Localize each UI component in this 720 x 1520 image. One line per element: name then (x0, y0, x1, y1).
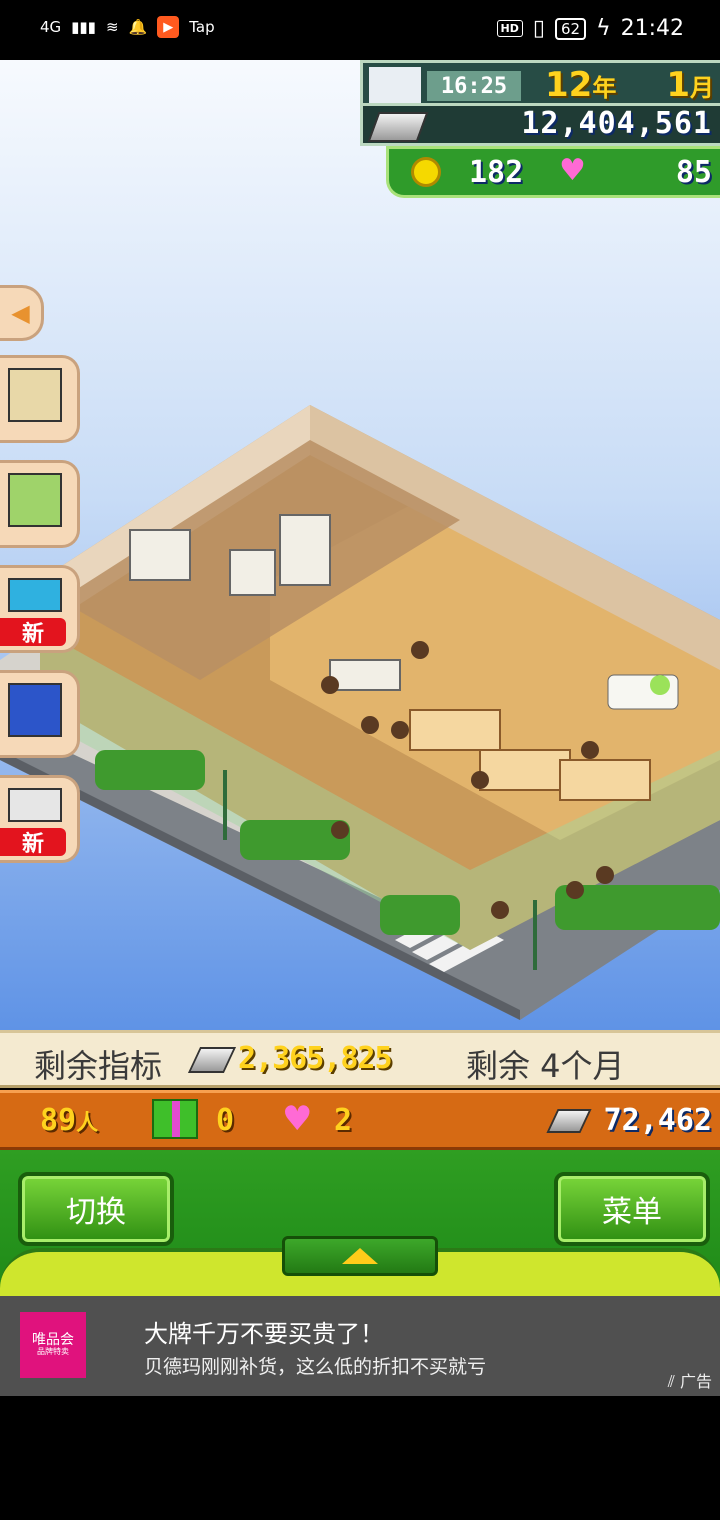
control-panel: 切换 菜单 (0, 1150, 720, 1296)
collapse-side-menu-button[interactable]: ◀ (0, 285, 44, 341)
ad-brand-icon: ⫽ (667, 1372, 675, 1391)
tap-app-icon: ▶ (157, 16, 180, 38)
medal-icon (411, 157, 441, 187)
stats-bar: 89人 0 ♥ 2 72,462 (0, 1090, 720, 1150)
side-research-button[interactable]: 新 (0, 565, 80, 653)
ad-logo: 唯品会 品牌特卖 (20, 1312, 86, 1378)
hd-icon: HD (496, 20, 523, 37)
switch-button[interactable]: 切换 (18, 1172, 174, 1246)
month-unit: 月 (690, 74, 714, 102)
ad-title: 大牌千万不要买贵了！ (144, 1320, 384, 1348)
smile-face-icon (650, 675, 670, 695)
charging-icon: ϟ (596, 16, 611, 41)
nav-area (0, 1396, 720, 1520)
expand-panel-button[interactable] (282, 1236, 438, 1276)
tv-icon (8, 788, 62, 822)
signal-icon: ▮▮▮ (71, 18, 96, 36)
quota-value: 2,365,825 (238, 1041, 393, 1076)
money-bill-icon (367, 112, 429, 142)
side-tv-button[interactable]: 新 (0, 775, 80, 863)
points-row: 182 ♥ 85 (386, 146, 720, 198)
money-bill-icon (546, 1109, 592, 1133)
ad-logo-text: 唯品会 (32, 1331, 74, 1348)
period-money: 72,462 (603, 1103, 712, 1138)
top-hud: 16:25 12年 1月 12,404,561 182 ♥ 85 (360, 60, 720, 200)
battery-level: 62 (554, 17, 587, 40)
visitor-unit: 人 (76, 1111, 99, 1136)
month-display: 1月 (666, 65, 714, 105)
year-display: 12年 (545, 65, 616, 105)
ad-logo-sub: 品牌特卖 (37, 1347, 69, 1357)
side-build-button[interactable] (0, 355, 80, 443)
chevron-up-icon (342, 1248, 378, 1264)
status-left: 4G ▮▮▮ ≋ 🔔 ▶ Tap (40, 16, 215, 38)
quota-remaining: 剩余 4个月 (466, 1047, 625, 1085)
visitor-value: 89 (40, 1103, 77, 1138)
status-bar: 4G ▮▮▮ ≋ 🔔 ▶ Tap HD ▯ 62 ϟ 21:42 (0, 0, 720, 60)
staff-portrait-icon (8, 473, 62, 527)
shop-isometric-art (0, 405, 720, 1020)
year-value: 12 (545, 65, 593, 105)
gift-box-icon (152, 1099, 198, 1139)
notification-bell-icon: 🔔 (128, 18, 148, 36)
ad-banner[interactable]: 唯品会 品牌特卖 大牌千万不要买贵了！ 贝德玛刚刚补货，这么低的折扣不买就亏 ⫽… (0, 1296, 720, 1396)
date-row: 16:25 12年 1月 (360, 60, 720, 106)
quota-bar: 剩余指标 2,365,825 剩余 4个月 (0, 1030, 720, 1088)
status-right: HD ▯ 62 ϟ 21:42 (496, 16, 684, 41)
network-label: 4G (40, 18, 62, 36)
heart-count: 85 (675, 155, 712, 190)
message-bubble-icon (8, 683, 62, 737)
money-bill-icon (187, 1047, 237, 1073)
calendar-icon (369, 67, 421, 103)
ad-subtitle: 贝德玛刚刚补货，这么低的折扣不买就亏 (144, 1356, 487, 1378)
research-book-icon (8, 578, 62, 612)
new-badge: 新 (0, 828, 66, 857)
clock: 21:42 (620, 16, 684, 41)
month-value: 1 (666, 65, 690, 105)
visitor-count: 89人 (40, 1103, 98, 1138)
ad-mark: ⫽ 广告 (668, 1368, 712, 1392)
gift-count: 0 (216, 1103, 235, 1138)
money-row: 12,404,561 (360, 106, 720, 146)
heart-icon: ♥ (559, 153, 586, 188)
heart-count: 2 (334, 1103, 353, 1138)
side-message-button[interactable] (0, 670, 80, 758)
vibrate-icon: ▯ (532, 16, 545, 41)
quota-label: 剩余指标 (34, 1047, 163, 1085)
game-time: 16:25 (427, 71, 521, 101)
ad-mark-label: 广告 (679, 1372, 712, 1391)
new-badge: 新 (0, 618, 66, 647)
total-money: 12,404,561 (521, 106, 712, 141)
medal-count: 182 (469, 155, 524, 190)
wifi-icon: ≋ (105, 18, 119, 36)
heart-icon: ♥ (282, 1099, 313, 1139)
build-block-icon (8, 368, 62, 422)
menu-button[interactable]: 菜单 (554, 1172, 710, 1246)
tap-label: Tap (189, 18, 215, 36)
side-staff-button[interactable] (0, 460, 80, 548)
game-scene[interactable] (0, 60, 720, 1030)
year-unit: 年 (592, 74, 617, 102)
